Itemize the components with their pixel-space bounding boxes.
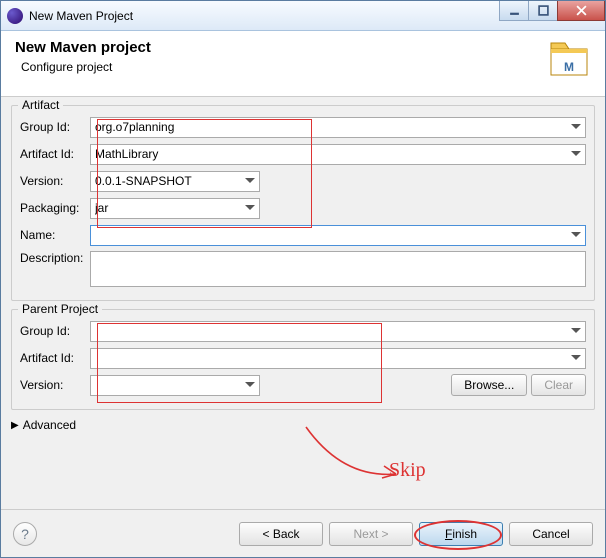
- group-id-field[interactable]: [90, 117, 586, 138]
- close-button[interactable]: [557, 1, 605, 21]
- name-field[interactable]: [90, 225, 586, 246]
- browse-button[interactable]: Browse...: [451, 374, 527, 396]
- artifact-id-field[interactable]: [90, 144, 586, 165]
- parent-version-label: Version:: [20, 378, 90, 392]
- parent-artifact-id-label: Artifact Id:: [20, 351, 90, 365]
- artifact-legend: Artifact: [18, 98, 63, 112]
- advanced-toggle[interactable]: ▶ Advanced: [11, 418, 595, 432]
- wizard-footer: ? < Back Next > Finish Cancel: [1, 509, 605, 557]
- parent-legend: Parent Project: [18, 302, 102, 316]
- page-subtitle: Configure project: [21, 60, 151, 74]
- packaging-label: Packaging:: [20, 201, 90, 215]
- cancel-button[interactable]: Cancel: [509, 522, 593, 546]
- packaging-field[interactable]: [90, 198, 260, 219]
- group-id-label: Group Id:: [20, 120, 90, 134]
- annotation-arrow: [301, 422, 411, 492]
- parent-group: Parent Project Group Id: Artifact Id: Ve…: [11, 309, 595, 410]
- description-field[interactable]: [90, 251, 586, 287]
- annotation-skip-text: Skip: [389, 459, 426, 482]
- window-controls: [500, 1, 605, 21]
- wizard-header: New Maven project Configure project M: [1, 31, 605, 97]
- artifact-group: Artifact Group Id: Artifact Id: Version:…: [11, 105, 595, 301]
- chevron-right-icon: ▶: [11, 420, 19, 431]
- help-button[interactable]: ?: [13, 522, 37, 546]
- parent-group-id-field[interactable]: [90, 321, 586, 342]
- dialog-window: New Maven Project New Maven project Conf…: [0, 0, 606, 558]
- titlebar[interactable]: New Maven Project: [1, 1, 605, 31]
- clear-button[interactable]: Clear: [531, 374, 586, 396]
- maximize-button[interactable]: [528, 1, 558, 21]
- next-button[interactable]: Next >: [329, 522, 413, 546]
- artifact-id-label: Artifact Id:: [20, 147, 90, 161]
- back-button[interactable]: < Back: [239, 522, 323, 546]
- version-field[interactable]: [90, 171, 260, 192]
- window-title: New Maven Project: [29, 9, 133, 23]
- page-title: New Maven project: [15, 39, 151, 56]
- maven-icon: M: [547, 39, 591, 79]
- advanced-label: Advanced: [23, 418, 76, 432]
- parent-version-field[interactable]: [90, 375, 260, 396]
- minimize-button[interactable]: [499, 1, 529, 21]
- parent-group-id-label: Group Id:: [20, 324, 90, 338]
- name-label: Name:: [20, 228, 90, 242]
- version-label: Version:: [20, 174, 90, 188]
- app-icon: [7, 8, 23, 24]
- parent-artifact-id-field[interactable]: [90, 348, 586, 369]
- svg-text:M: M: [564, 60, 574, 74]
- description-label: Description:: [20, 251, 90, 265]
- wizard-content: Artifact Group Id: Artifact Id: Version:…: [1, 97, 605, 509]
- finish-button[interactable]: Finish: [419, 522, 503, 546]
